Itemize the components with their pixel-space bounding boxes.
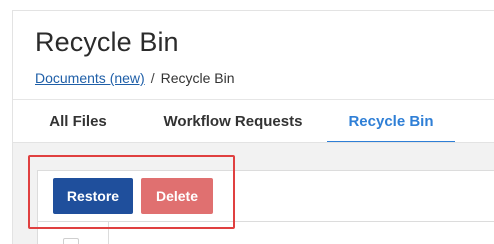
breadcrumb-separator: /: [150, 70, 155, 86]
restore-button[interactable]: Restore: [53, 178, 133, 214]
tab-recycle-bin[interactable]: Recycle Bin: [327, 100, 455, 143]
delete-button[interactable]: Delete: [141, 178, 213, 214]
page: Recycle Bin Documents (new) / Recycle Bi…: [0, 0, 494, 244]
select-all-checkbox[interactable]: [63, 238, 79, 244]
page-title: Recycle Bin: [35, 27, 179, 57]
tab-workflow-requests[interactable]: Workflow Requests: [143, 100, 323, 142]
tab-bar: All Files Workflow Requests Recycle Bin: [13, 100, 494, 143]
breadcrumb-current: Recycle Bin: [160, 70, 235, 86]
tab-all-files[interactable]: All Files: [43, 100, 113, 142]
breadcrumb-link-documents[interactable]: Documents (new): [35, 70, 145, 86]
breadcrumb: Documents (new) / Recycle Bin: [35, 70, 235, 86]
